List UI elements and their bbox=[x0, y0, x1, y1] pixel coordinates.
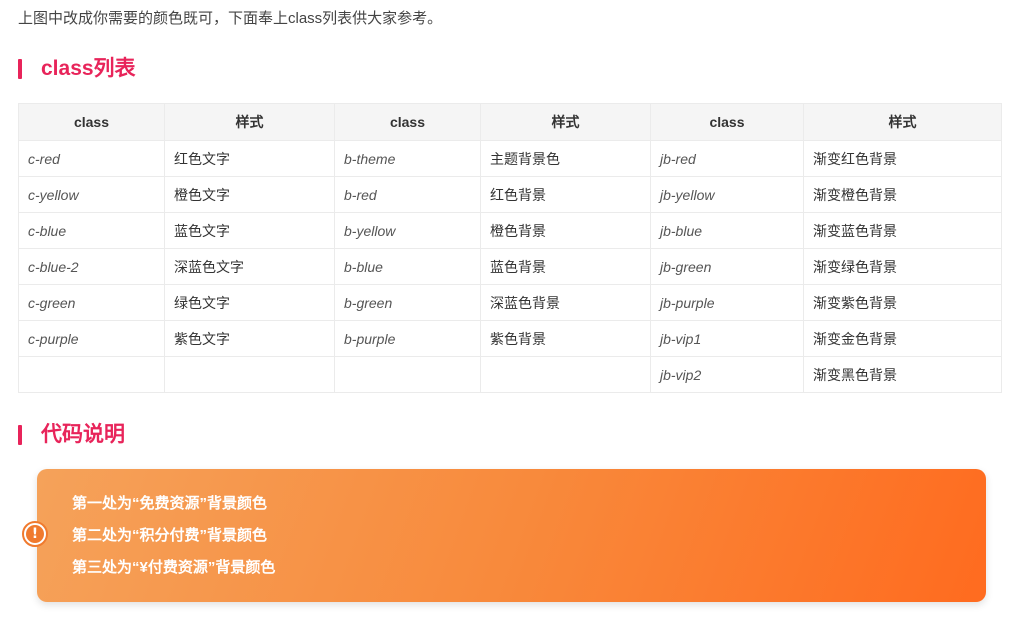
class-cell bbox=[334, 356, 481, 393]
class-cell: jb-green bbox=[650, 248, 804, 285]
style-cell: 主题背景色 bbox=[480, 140, 651, 177]
class-cell: jb-red bbox=[650, 140, 804, 177]
class-list-title: class列表 bbox=[41, 57, 136, 80]
header-style-3: 样式 bbox=[803, 103, 1002, 141]
style-cell: 紫色文字 bbox=[164, 320, 335, 357]
style-cell: 橙色文字 bbox=[164, 176, 335, 213]
style-cell: 渐变紫色背景 bbox=[803, 284, 1002, 321]
class-table: class 样式 class 样式 class 样式 c-red 红色文字 b-… bbox=[18, 103, 1002, 393]
style-cell: 蓝色背景 bbox=[480, 248, 651, 285]
table-row: c-blue 蓝色文字 b-yellow 橙色背景 jb-blue 渐变蓝色背景 bbox=[18, 212, 1002, 249]
class-list-heading: class列表 bbox=[18, 55, 136, 83]
class-cell: b-blue bbox=[334, 248, 481, 285]
class-cell: c-blue-2 bbox=[18, 248, 165, 285]
class-cell: c-purple bbox=[18, 320, 165, 357]
code-notes-heading: 代码说明 bbox=[18, 421, 125, 449]
notice-line: 第一处为“免费资源”背景颜色 bbox=[72, 495, 268, 512]
exclamation-glyph: ! bbox=[26, 525, 44, 543]
table-row: c-yellow 橙色文字 b-red 红色背景 jb-yellow 渐变橙色背… bbox=[18, 176, 1002, 213]
table-row: jb-vip2 渐变黑色背景 bbox=[18, 356, 1002, 393]
header-style-2: 样式 bbox=[480, 103, 651, 141]
style-cell: 深蓝色文字 bbox=[164, 248, 335, 285]
class-cell: jb-vip1 bbox=[650, 320, 804, 357]
class-cell: c-red bbox=[18, 140, 165, 177]
notice-box: 第一处为“免费资源”背景颜色 第二处为“积分付费”背景颜色 第三处为“¥付费资源… bbox=[37, 469, 986, 602]
style-cell: 红色背景 bbox=[480, 176, 651, 213]
class-cell bbox=[18, 356, 165, 393]
table-row: c-green 绿色文字 b-green 深蓝色背景 jb-purple 渐变紫… bbox=[18, 284, 1002, 321]
class-cell: jb-yellow bbox=[650, 176, 804, 213]
notice-line: 第二处为“积分付费”背景颜色 bbox=[72, 527, 268, 544]
class-cell: jb-purple bbox=[650, 284, 804, 321]
header-class-1: class bbox=[18, 103, 165, 141]
table-row: c-blue-2 深蓝色文字 b-blue 蓝色背景 jb-green 渐变绿色… bbox=[18, 248, 1002, 285]
style-cell: 渐变蓝色背景 bbox=[803, 212, 1002, 249]
class-cell: b-yellow bbox=[334, 212, 481, 249]
header-class-2: class bbox=[334, 103, 481, 141]
heading-accent-bar bbox=[18, 59, 22, 79]
table-header-row: class 样式 class 样式 class 样式 bbox=[18, 103, 1002, 141]
style-cell bbox=[480, 356, 651, 393]
intro-text: 上图中改成你需要的颜色既可，下面奉上class列表供大家参考。 bbox=[18, 10, 443, 27]
class-cell: c-blue bbox=[18, 212, 165, 249]
class-cell: jb-vip2 bbox=[650, 356, 804, 393]
class-cell: b-red bbox=[334, 176, 481, 213]
class-cell: c-green bbox=[18, 284, 165, 321]
table-row: c-purple 紫色文字 b-purple 紫色背景 jb-vip1 渐变金色… bbox=[18, 320, 1002, 357]
style-cell: 渐变橙色背景 bbox=[803, 176, 1002, 213]
class-cell: b-theme bbox=[334, 140, 481, 177]
style-cell: 深蓝色背景 bbox=[480, 284, 651, 321]
style-cell bbox=[164, 356, 335, 393]
table-row: c-red 红色文字 b-theme 主题背景色 jb-red 渐变红色背景 bbox=[18, 140, 1002, 177]
style-cell: 蓝色文字 bbox=[164, 212, 335, 249]
code-notes-title: 代码说明 bbox=[41, 423, 125, 446]
class-cell: b-green bbox=[334, 284, 481, 321]
exclamation-icon: ! bbox=[22, 521, 48, 547]
style-cell: 渐变绿色背景 bbox=[803, 248, 1002, 285]
class-cell: jb-blue bbox=[650, 212, 804, 249]
style-cell: 紫色背景 bbox=[480, 320, 651, 357]
header-style-1: 样式 bbox=[164, 103, 335, 141]
heading-accent-bar bbox=[18, 425, 22, 445]
style-cell: 绿色文字 bbox=[164, 284, 335, 321]
style-cell: 渐变金色背景 bbox=[803, 320, 1002, 357]
style-cell: 渐变黑色背景 bbox=[803, 356, 1002, 393]
class-cell: c-yellow bbox=[18, 176, 165, 213]
class-cell: b-purple bbox=[334, 320, 481, 357]
style-cell: 渐变红色背景 bbox=[803, 140, 1002, 177]
style-cell: 橙色背景 bbox=[480, 212, 651, 249]
notice-line: 第三处为“¥付费资源”背景颜色 bbox=[72, 559, 276, 576]
style-cell: 红色文字 bbox=[164, 140, 335, 177]
header-class-3: class bbox=[650, 103, 804, 141]
